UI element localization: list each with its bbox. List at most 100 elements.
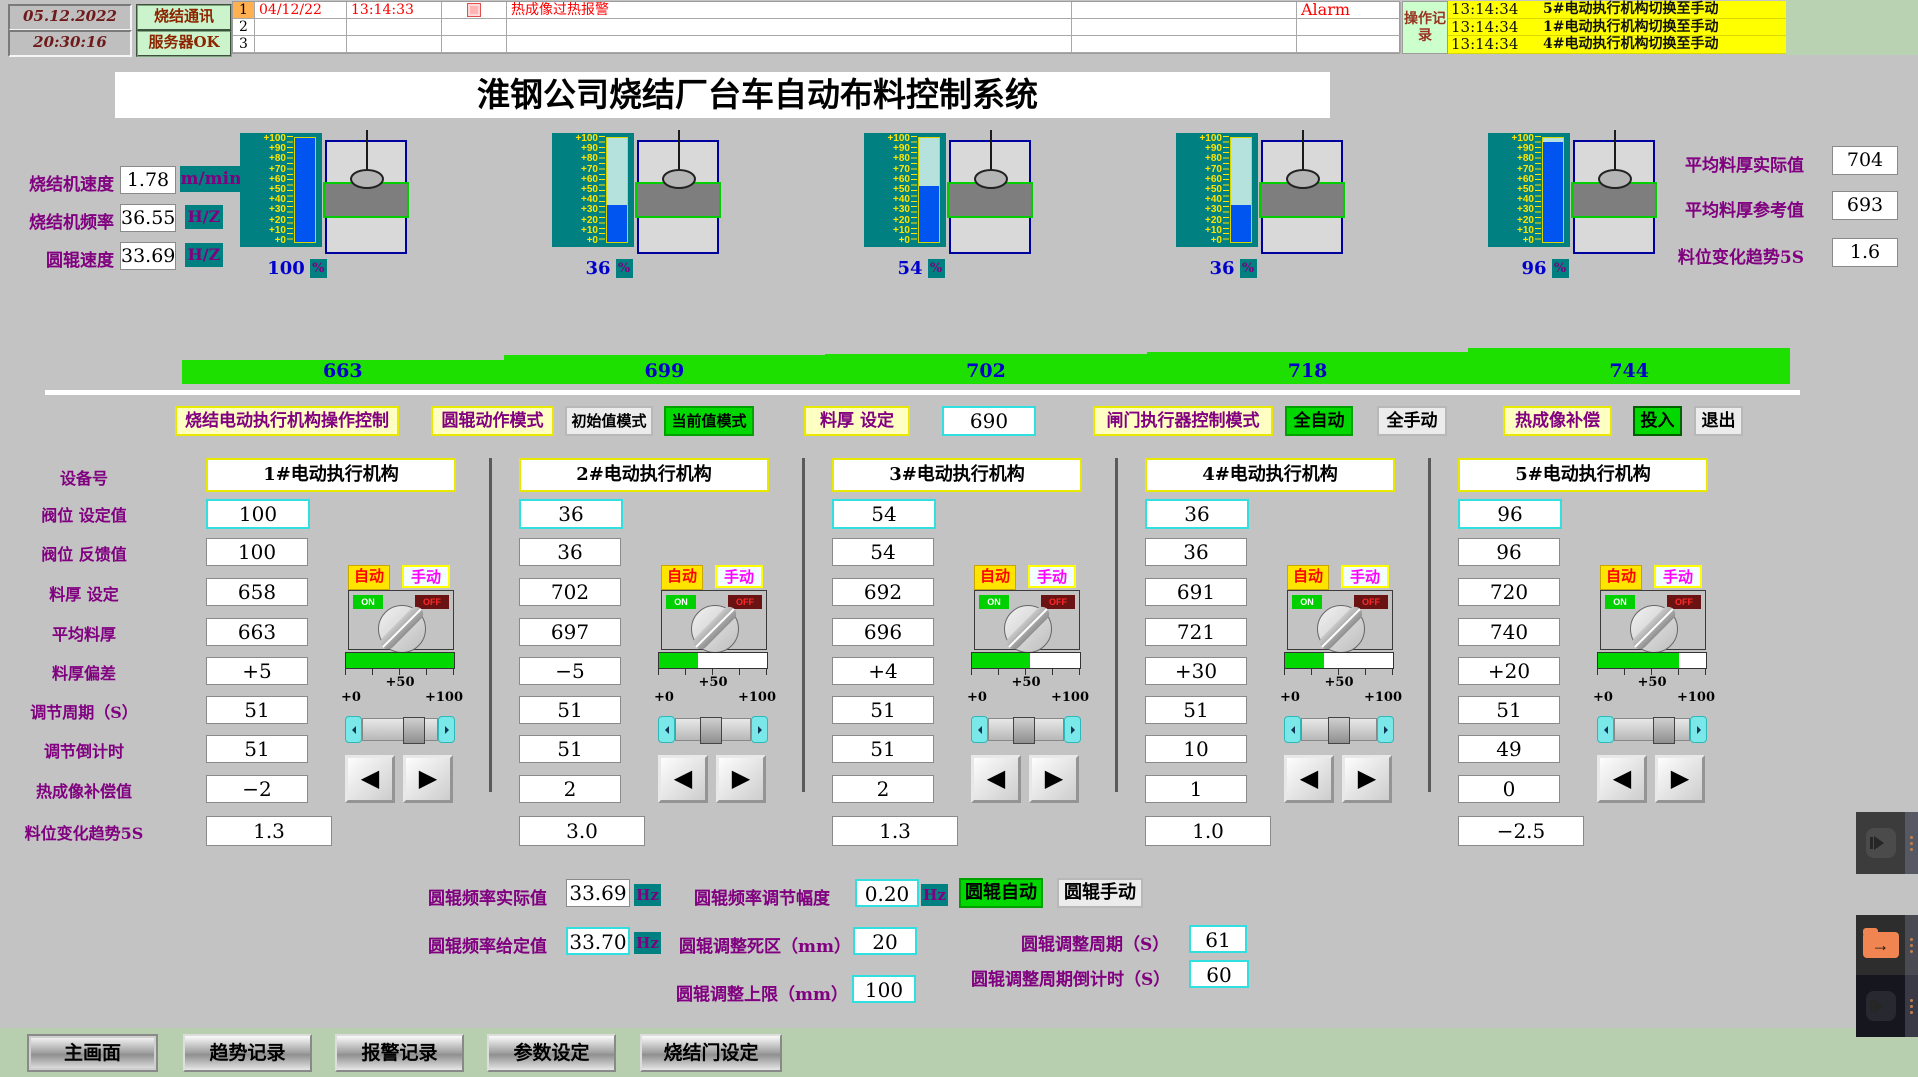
rotary-knob-icon[interactable] bbox=[691, 605, 739, 653]
thickness-deviation-label: 料厚偏差 bbox=[0, 660, 168, 684]
auto-button[interactable]: 自动 bbox=[1600, 565, 1642, 590]
manual-button[interactable]: 手动 bbox=[1341, 565, 1389, 588]
auto-button[interactable]: 自动 bbox=[348, 565, 390, 590]
roller-mode-label[interactable]: 圆辊动作模式 bbox=[431, 406, 554, 436]
auto-button[interactable]: 自动 bbox=[1287, 565, 1329, 590]
nav-trend-record[interactable]: 趋势记录 bbox=[183, 1034, 312, 1072]
slider-thumb[interactable] bbox=[403, 717, 425, 744]
nav-parameter-setting[interactable]: 参数设定 bbox=[487, 1034, 616, 1072]
manual-button[interactable]: 手动 bbox=[715, 565, 763, 588]
auto-button[interactable]: 自动 bbox=[974, 565, 1016, 590]
decrease-button[interactable]: ◀ bbox=[971, 755, 1021, 803]
widget-handle[interactable] bbox=[1905, 975, 1918, 1037]
server-status-button[interactable]: 服务器OK bbox=[136, 30, 232, 57]
slider-thumb[interactable] bbox=[1328, 717, 1350, 744]
rotary-knob-icon[interactable] bbox=[1630, 605, 1678, 653]
slider-right-arrow[interactable] bbox=[1064, 716, 1081, 743]
valve-feedback-label: 阀位 反馈值 bbox=[0, 541, 168, 565]
nav-sinter-gate-setting[interactable]: 烧结门设定 bbox=[640, 1034, 782, 1072]
alarm-message: 热成像过热报警 bbox=[507, 2, 1072, 19]
nav-main-screen[interactable]: 主画面 bbox=[27, 1034, 158, 1072]
valve-set-input[interactable]: 36 bbox=[519, 499, 623, 529]
valve-slider[interactable] bbox=[345, 716, 455, 743]
auto-button[interactable]: 自动 bbox=[661, 565, 703, 590]
manual-button[interactable]: 手动 bbox=[402, 565, 450, 588]
roller-deadzone-input[interactable]: 20 bbox=[853, 927, 917, 955]
roller-freq-set-input[interactable]: 33.70 bbox=[566, 927, 630, 955]
current-mode-button[interactable]: 当前值模式 bbox=[664, 406, 754, 436]
on-off-switch[interactable]: ON OFF bbox=[1600, 590, 1706, 650]
valve-slider[interactable] bbox=[1597, 716, 1707, 743]
rotary-knob-icon[interactable] bbox=[378, 605, 426, 653]
valve-set-input[interactable]: 100 bbox=[206, 499, 310, 529]
slider-left-arrow[interactable] bbox=[971, 716, 988, 743]
slider-right-arrow[interactable] bbox=[751, 716, 768, 743]
exit-button[interactable]: 退出 bbox=[1694, 406, 1743, 436]
increase-button[interactable]: ▶ bbox=[716, 755, 766, 803]
slider-thumb[interactable] bbox=[1653, 717, 1675, 744]
decrease-button[interactable]: ◀ bbox=[1597, 755, 1647, 803]
widget-handle[interactable] bbox=[1905, 812, 1918, 874]
valve-slider[interactable] bbox=[1284, 716, 1394, 743]
hopper-tank bbox=[1261, 140, 1343, 254]
increase-button[interactable]: ▶ bbox=[1655, 755, 1705, 803]
sinter-freq-value: 36.55 bbox=[120, 204, 176, 232]
slider-left-arrow[interactable] bbox=[1597, 716, 1614, 743]
slider-thumb[interactable] bbox=[700, 717, 722, 744]
widget-handle[interactable] bbox=[1905, 915, 1918, 975]
roller-adj-step-input[interactable]: 0.20 bbox=[855, 879, 919, 907]
rotary-knob-icon[interactable] bbox=[1004, 605, 1052, 653]
adjust-cycle-value: 51 bbox=[1458, 696, 1560, 724]
manual-button[interactable]: 手动 bbox=[1654, 565, 1702, 588]
decrease-button[interactable]: ◀ bbox=[345, 755, 395, 803]
floating-folder-widget[interactable]: → bbox=[1856, 915, 1918, 975]
device-header: 3#电动执行机构 bbox=[832, 458, 1082, 492]
on-off-switch[interactable]: ON OFF bbox=[1287, 590, 1393, 650]
manual-button[interactable]: 手动 bbox=[1028, 565, 1076, 588]
thickness-set-input[interactable]: 690 bbox=[942, 406, 1036, 436]
device-header: 1#电动执行机构 bbox=[206, 458, 456, 492]
slider-left-arrow[interactable] bbox=[345, 716, 362, 743]
roller-manual-button[interactable]: 圆辊手动 bbox=[1057, 878, 1143, 908]
percent-badge: % bbox=[616, 259, 633, 278]
slider-right-arrow[interactable] bbox=[1377, 716, 1394, 743]
full-manual-button[interactable]: 全手动 bbox=[1377, 406, 1447, 436]
valve-slider[interactable] bbox=[971, 716, 1081, 743]
nav-alarm-record[interactable]: 报警记录 bbox=[335, 1034, 464, 1072]
avg-thickness-actual-value: 704 bbox=[1832, 146, 1898, 175]
slider-right-arrow[interactable] bbox=[1690, 716, 1707, 743]
valve-set-input[interactable]: 54 bbox=[832, 499, 936, 529]
full-auto-button[interactable]: 全自动 bbox=[1285, 406, 1353, 436]
hopper-tank bbox=[1573, 140, 1655, 254]
gauge-scale: +100 +90 +80 +70 +60 +50 +40 +30 +20 +10… bbox=[1490, 134, 1534, 246]
roller-cycle-input[interactable]: 61 bbox=[1189, 925, 1247, 953]
roller-upper-limit-input[interactable]: 100 bbox=[852, 975, 916, 1003]
increase-button[interactable]: ▶ bbox=[1342, 755, 1392, 803]
floating-media-widget[interactable] bbox=[1856, 975, 1918, 1037]
slider-right-arrow[interactable] bbox=[438, 716, 455, 743]
decrease-button[interactable]: ◀ bbox=[658, 755, 708, 803]
increase-button[interactable]: ▶ bbox=[1029, 755, 1079, 803]
comm-status-button[interactable]: 烧结通讯 bbox=[136, 4, 232, 31]
valve-set-input[interactable]: 36 bbox=[1145, 499, 1249, 529]
actuator-control-label[interactable]: 烧结电动执行机构操作控制 bbox=[175, 406, 399, 436]
scale-mid: +50 bbox=[658, 675, 768, 690]
adjust-countdown-value: 51 bbox=[832, 735, 934, 763]
on-off-switch[interactable]: ON OFF bbox=[661, 590, 767, 650]
on-off-switch[interactable]: ON OFF bbox=[974, 590, 1080, 650]
engage-button[interactable]: 投入 bbox=[1633, 406, 1682, 436]
valve-slider[interactable] bbox=[658, 716, 768, 743]
gate-mode-label[interactable]: 闸门执行器控制模式 bbox=[1093, 406, 1273, 436]
rotary-knob-icon[interactable] bbox=[1317, 605, 1365, 653]
slider-left-arrow[interactable] bbox=[658, 716, 675, 743]
decrease-button[interactable]: ◀ bbox=[1284, 755, 1334, 803]
on-off-switch[interactable]: ON OFF bbox=[348, 590, 454, 650]
valve-set-input[interactable]: 96 bbox=[1458, 499, 1562, 529]
increase-button[interactable]: ▶ bbox=[403, 755, 453, 803]
op-time: 13:14:34 bbox=[1448, 36, 1543, 53]
slider-thumb[interactable] bbox=[1013, 717, 1035, 744]
roller-auto-button[interactable]: 圆辊自动 bbox=[959, 878, 1043, 908]
floating-media-widget[interactable] bbox=[1856, 812, 1918, 874]
initial-mode-button[interactable]: 初始值模式 bbox=[565, 406, 653, 436]
slider-left-arrow[interactable] bbox=[1284, 716, 1301, 743]
